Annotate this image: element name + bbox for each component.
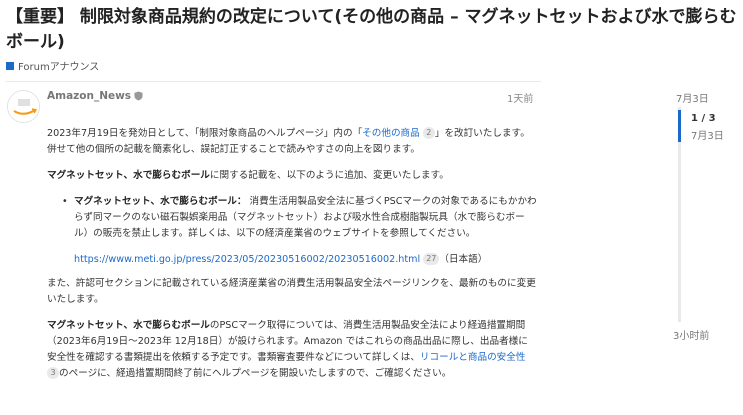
meti-link[interactable]: https://www.meti.go.jp/press/2023/05/202… [74, 254, 420, 265]
amazon-logo-icon [8, 91, 39, 122]
timeline-start-date[interactable]: 7月3日 [676, 90, 709, 105]
post-paragraph: また、許認可セクションに記載されている経済産業省の消費生活用製品安全法ページリン… [47, 276, 537, 308]
click-count-badge: 3 [47, 367, 59, 379]
recall-safety-link[interactable]: リコールと商品の安全性 [420, 352, 526, 363]
avatar[interactable] [7, 90, 40, 123]
category-badge[interactable]: Forumアナウンス [6, 58, 99, 73]
link-suffix: （日本語） [439, 254, 488, 265]
post-paragraph: マグネットセット、水で膨らむボールに関する記載を、以下のように追加、変更いたしま… [47, 168, 537, 184]
timeline-handle-date: 7月3日 [691, 131, 724, 142]
bold-text: マグネットセット、水で膨らむボール [47, 320, 210, 331]
post-body: 2023年7月19日を発効日として、「制限対象商品のヘルプページ」内の「その他の… [47, 126, 537, 392]
post-paragraph: マグネットセット、水で膨らむボールのPSCマーク取得については、消費生活用製品安… [47, 318, 537, 382]
list-item: マグネットセット、水で膨らむボール： 消費生活用製品安全法に基づくPSCマークの… [47, 194, 537, 268]
paragraph-text: のページに、経過措置期間終了前にヘルプページを開設いたしますので、ご確認ください… [59, 368, 452, 379]
paragraph-text: に関する記載を、以下のように追加、変更いたします。 [209, 170, 449, 181]
bullet-list: マグネットセット、水で膨らむボール： 消費生活用製品安全法に基づくPSCマークの… [47, 194, 537, 268]
timeline-end-date[interactable]: 3小时前 [673, 327, 709, 342]
topic-title: 【重要】 制限対象商品規約の改定について(その他の商品 – マグネットセットおよ… [6, 7, 737, 52]
category-label: Forumアナウンス [18, 62, 100, 73]
topic-divider [6, 81, 541, 82]
paragraph-text: また、許認可セクションに記載されている経済産業省の消費生活用製品安全法ページリン… [47, 278, 536, 305]
post-paragraph: 2023年7月19日を発効日として、「制限対象商品のヘルプページ」内の「その他の… [47, 126, 537, 158]
category-badge-icon [6, 61, 14, 70]
click-count-badge: 2 [422, 127, 435, 139]
author-name: Amazon_News [47, 90, 132, 102]
click-count-badge: 27 [423, 253, 440, 265]
paragraph-text: 2023年7月19日を発効日として、「制限対象商品のヘルプページ」内の「 [47, 128, 363, 139]
shield-icon [134, 91, 143, 101]
bold-text: マグネットセット、水で膨らむボール [47, 170, 210, 181]
bold-text: マグネットセット、水で膨らむボール： [74, 196, 247, 207]
post-date[interactable]: 1天前 [507, 90, 533, 105]
timeline-handle[interactable] [678, 110, 681, 142]
timeline-position: 1 / 3 [691, 113, 716, 124]
meti-link-line: https://www.meti.go.jp/press/2023/05/202… [74, 252, 537, 268]
post-author[interactable]: Amazon_News [47, 90, 143, 102]
other-products-link[interactable]: その他の商品 [362, 128, 420, 139]
